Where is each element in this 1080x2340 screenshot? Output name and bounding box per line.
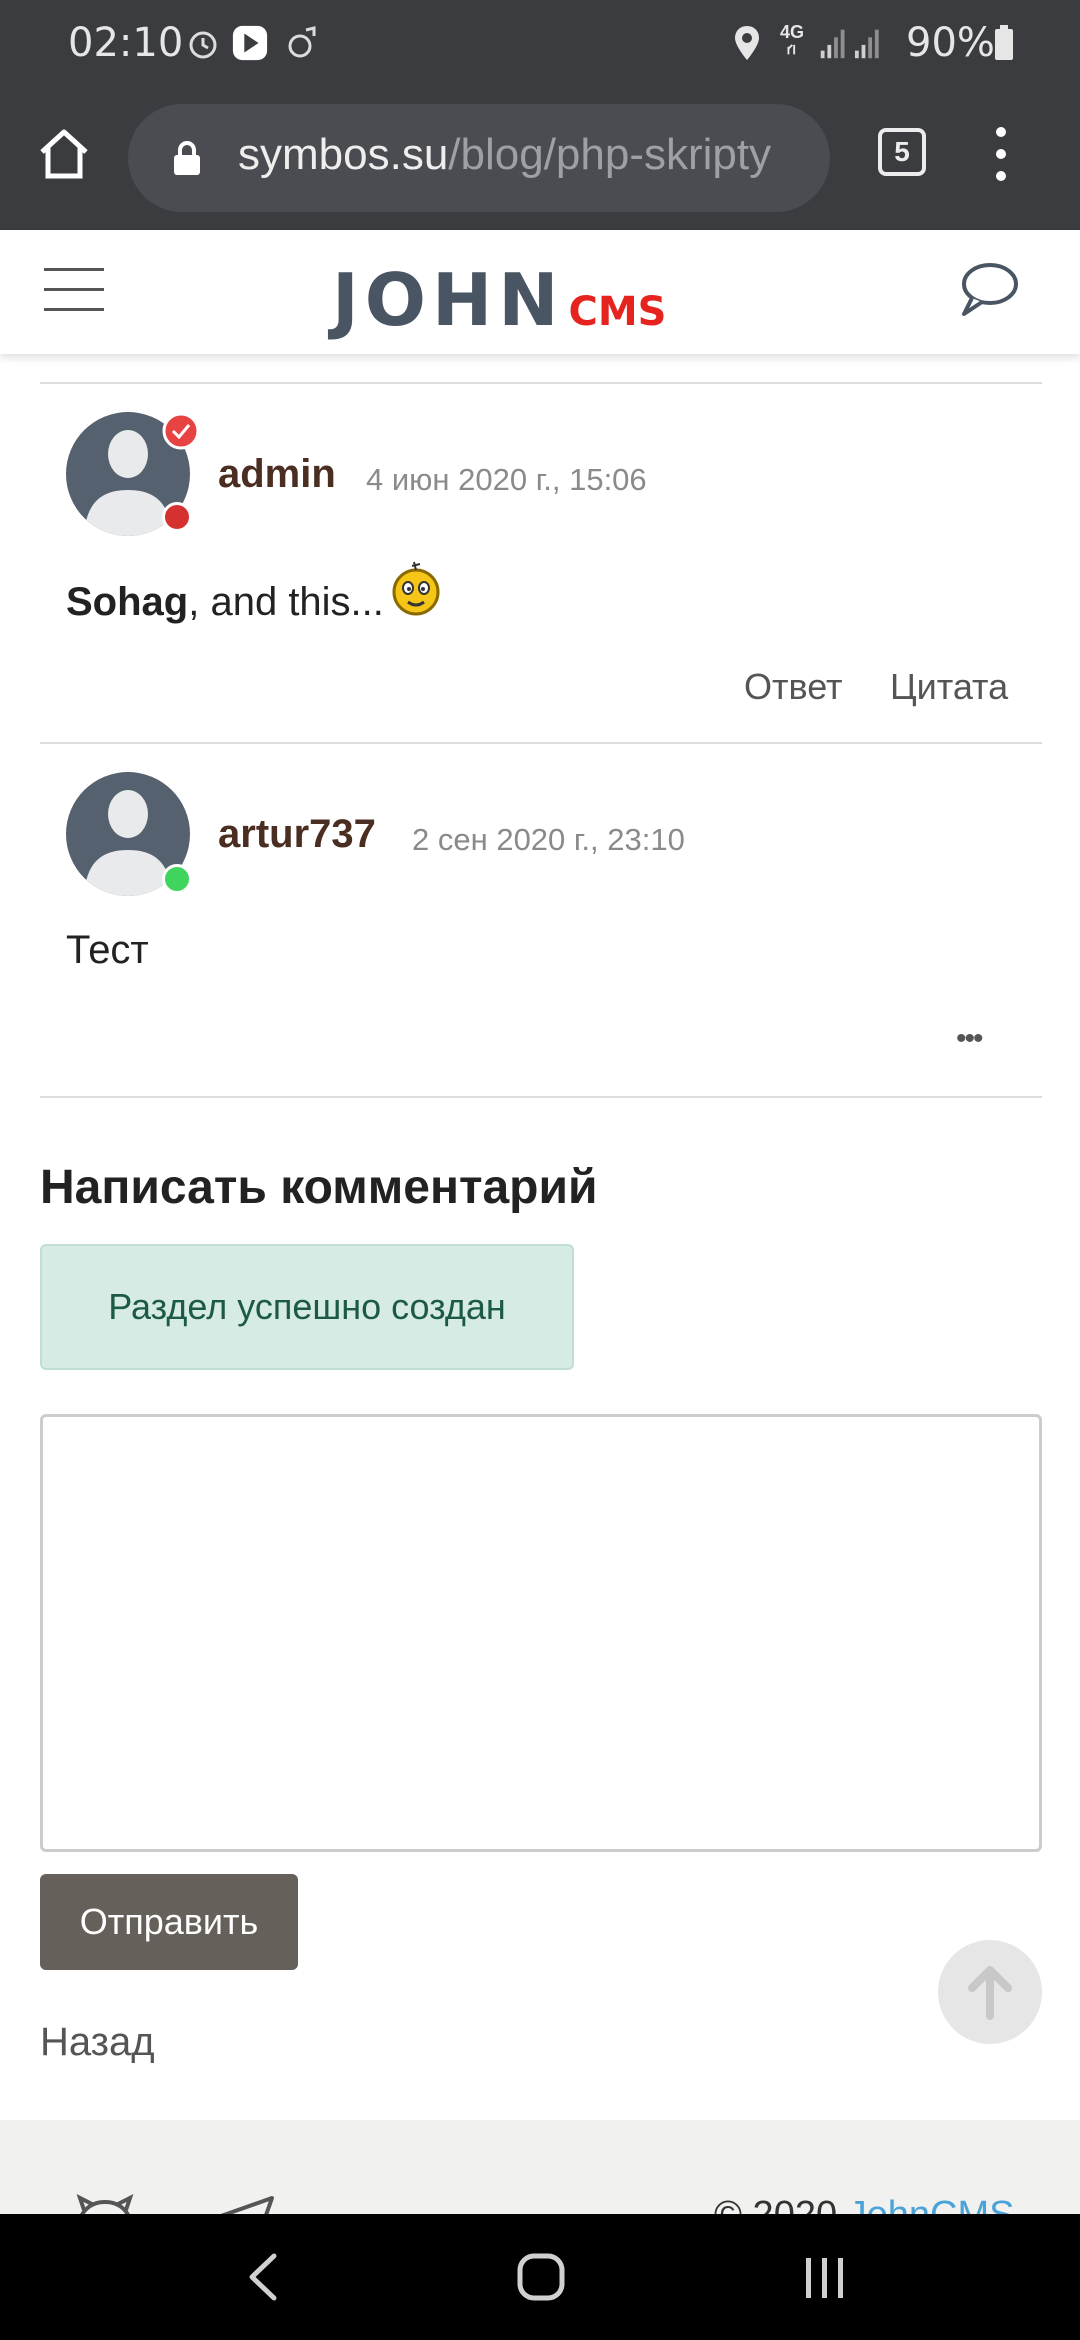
url-text: symbos.su/blog/php-skripty [238, 130, 771, 180]
github-icon[interactable] [70, 2192, 140, 2214]
telegram-icon[interactable] [200, 2192, 280, 2214]
comment-author[interactable]: artur737 [218, 812, 376, 857]
offline-status-dot [162, 502, 192, 532]
url-host: symbos.su [238, 130, 449, 179]
online-status-dot [162, 864, 192, 894]
status-time: 02:10 [68, 20, 184, 66]
footer: © 2020 JohnCMS [0, 2120, 1080, 2214]
comment-text-body: , and this... [188, 580, 384, 624]
back-link[interactable]: Назад [40, 2020, 155, 2065]
divider [40, 382, 1042, 384]
music-icon [288, 26, 316, 58]
success-alert: Раздел успешно создан [40, 1244, 574, 1370]
comment-text: Тест [66, 928, 149, 972]
status-bar: 02:10 4G 90% [0, 0, 1080, 86]
chat-icon[interactable] [956, 260, 1020, 320]
home-icon[interactable] [36, 126, 92, 182]
footer-copyright: © 2020 JohnCMS [714, 2194, 1015, 2214]
lock-icon [174, 141, 200, 175]
copyright-text: © 2020 [714, 2194, 837, 2214]
recents-nav-icon[interactable] [800, 2252, 850, 2302]
divider [40, 742, 1042, 744]
more-options-button[interactable]: ••• [956, 1022, 983, 1056]
submit-button[interactable]: Отправить [40, 1874, 298, 1970]
mention[interactable]: Sohag [66, 580, 188, 624]
battery-percent: 90% [906, 20, 995, 66]
site-logo[interactable]: JOHN CMS [332, 258, 666, 342]
play-store-icon [232, 25, 268, 61]
more-vert-icon[interactable] [986, 124, 1016, 184]
verified-badge-icon [162, 412, 200, 450]
url-path: /blog/php-skripty [448, 130, 772, 179]
logo-accent: CMS [568, 289, 667, 335]
system-navigation-bar [0, 2214, 1080, 2340]
smiley-emoji-icon [392, 561, 440, 616]
arrow-up-icon [968, 1966, 1012, 2020]
address-bar[interactable]: symbos.su/blog/php-skripty [128, 104, 830, 212]
reply-link[interactable]: Ответ [744, 666, 843, 708]
scroll-to-top-button[interactable] [938, 1940, 1042, 2044]
comment-textarea[interactable] [40, 1414, 1042, 1852]
site-header: JOHN CMS [0, 230, 1080, 354]
footer-johncms-link[interactable]: JohnCMS [848, 2194, 1015, 2214]
comment-date: 4 июн 2020 г., 15:06 [366, 462, 647, 497]
battery-icon [995, 25, 1013, 60]
signal-icon [787, 29, 879, 59]
alarm-icon [189, 31, 217, 59]
tab-switcher-button[interactable]: 5 [878, 128, 926, 176]
browser-toolbar: symbos.su/blog/php-skripty 5 [0, 86, 1080, 230]
location-icon [735, 26, 759, 60]
logo-main: JOHN [332, 258, 565, 342]
quote-link[interactable]: Цитата [890, 666, 1008, 708]
back-nav-icon[interactable] [244, 2252, 280, 2302]
comment-text: Sohag, and this... [66, 580, 384, 625]
hamburger-menu-icon[interactable] [44, 266, 104, 314]
comment-author[interactable]: admin [218, 452, 336, 497]
home-nav-icon[interactable] [516, 2252, 566, 2302]
comment-date: 2 сен 2020 г., 23:10 [412, 822, 685, 857]
section-title: Написать комментарий [40, 1161, 598, 1214]
divider [40, 1096, 1042, 1098]
